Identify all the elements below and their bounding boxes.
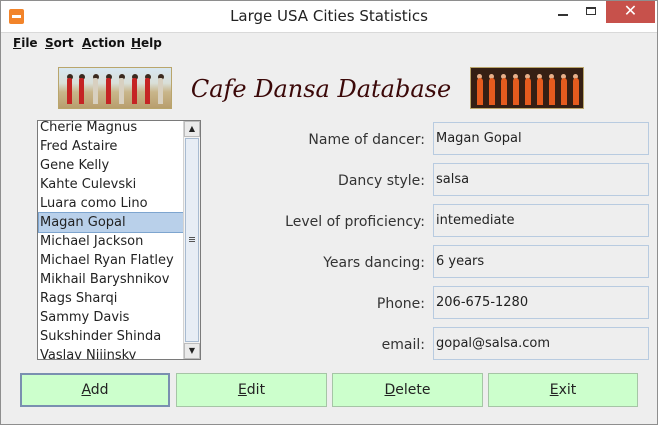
maximize-button[interactable] xyxy=(577,1,606,23)
field-level[interactable]: intemediate xyxy=(433,204,649,237)
label-level: Level of proficiency: xyxy=(285,214,425,230)
field-phone[interactable]: 206-675-1280 xyxy=(433,286,649,319)
field-years[interactable]: 6 years xyxy=(433,245,649,278)
dancers-photo-right xyxy=(470,67,584,109)
list-item[interactable]: Sukshinder Shinda xyxy=(39,327,184,346)
list-item[interactable]: Sammy Davis xyxy=(39,308,184,327)
menu-action[interactable]: Action xyxy=(82,36,125,50)
list-item[interactable]: Cherie Magnus xyxy=(39,121,184,137)
list-item[interactable]: Kahte Culevski xyxy=(39,175,184,194)
menu-bar: File Sort Action Help xyxy=(1,33,657,54)
close-button[interactable]: ✕ xyxy=(606,1,655,23)
menu-file[interactable]: File xyxy=(13,36,38,50)
delete-button[interactable]: Delete xyxy=(332,373,483,407)
field-name[interactable]: Magan Gopal xyxy=(433,122,649,155)
list-item-selected[interactable]: Magan Gopal xyxy=(38,212,185,233)
dancers-photo-left xyxy=(58,67,172,109)
dancer-list[interactable]: Cherie Magnus Fred Astaire Gene Kelly Ka… xyxy=(37,120,201,360)
list-item[interactable]: Michael Ryan Flatley xyxy=(39,251,184,270)
add-button[interactable]: Add xyxy=(20,373,170,407)
menu-help[interactable]: Help xyxy=(131,36,162,50)
field-email[interactable]: gopal@salsa.com xyxy=(433,327,649,360)
list-item[interactable]: Fred Astaire xyxy=(39,137,184,156)
list-item[interactable]: Mikhail Baryshnikov xyxy=(39,270,184,289)
menu-sort[interactable]: Sort xyxy=(45,36,74,50)
app-window: Large USA Cities Statistics ✕ File Sort … xyxy=(0,0,658,425)
list-item[interactable]: Michael Jackson xyxy=(39,232,184,251)
title-bar[interactable]: Large USA Cities Statistics ✕ xyxy=(1,1,657,33)
list-scrollbar[interactable]: ▲ ▼ xyxy=(183,121,200,359)
list-item[interactable]: Gene Kelly xyxy=(39,156,184,175)
label-name: Name of dancer: xyxy=(308,132,425,148)
list-item[interactable]: Rags Sharqi xyxy=(39,289,184,308)
label-years: Years dancing: xyxy=(323,255,425,271)
edit-button[interactable]: Edit xyxy=(176,373,327,407)
list-item[interactable]: Vaslav Nijinsky xyxy=(39,346,184,359)
list-item[interactable]: Luara como Lino xyxy=(39,194,184,213)
field-style[interactable]: salsa xyxy=(433,163,649,196)
label-email: email: xyxy=(381,337,425,353)
label-phone: Phone: xyxy=(376,296,425,312)
header-title: Cafe Dansa Database xyxy=(190,75,452,103)
minimize-button[interactable] xyxy=(548,1,577,23)
label-style: Dancy style: xyxy=(338,173,425,189)
exit-button[interactable]: Exit xyxy=(488,373,638,407)
